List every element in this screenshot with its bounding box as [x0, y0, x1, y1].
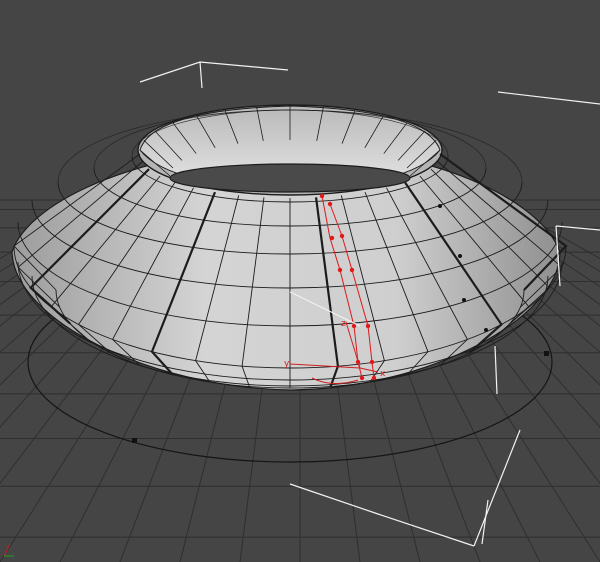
gizmo-y-label: y: [284, 359, 290, 369]
circle-vertex[interactable]: [132, 438, 137, 443]
vertex[interactable]: [462, 298, 466, 302]
bowl-mesh[interactable]: [11, 104, 568, 391]
vertex[interactable]: [484, 328, 488, 332]
3d-viewport[interactable]: y z x: [0, 0, 600, 562]
viewport-canvas[interactable]: y z x: [0, 0, 600, 562]
vertex[interactable]: [458, 254, 462, 258]
gizmo-z-label: z: [341, 319, 346, 329]
vertex[interactable]: [438, 204, 442, 208]
gizmo-x-label: x: [380, 369, 386, 379]
circle-vertex[interactable]: [544, 351, 549, 356]
